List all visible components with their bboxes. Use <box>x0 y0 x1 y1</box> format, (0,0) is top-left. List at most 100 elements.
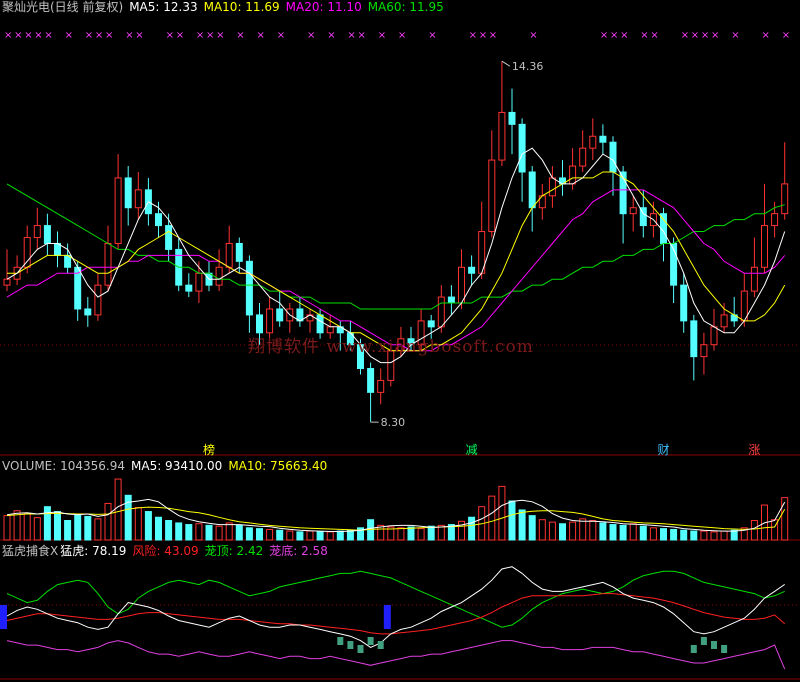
volume-bar <box>54 511 61 541</box>
volume-bar <box>134 507 142 541</box>
bottom-line <box>6 640 786 670</box>
candle <box>690 320 698 358</box>
volume-bar <box>336 530 344 541</box>
indicator-lines <box>0 566 786 670</box>
candle <box>104 242 112 286</box>
candle <box>629 207 637 215</box>
buy-signal-block <box>0 605 7 629</box>
ma20-line <box>6 189 786 352</box>
signal-marker: × <box>216 30 224 41</box>
candle <box>23 237 31 268</box>
ma-lines <box>6 147 786 364</box>
candle <box>33 225 41 239</box>
tag-zhang: 涨 <box>748 442 760 457</box>
candle <box>276 308 284 322</box>
candle <box>124 177 132 209</box>
signal-marker: × <box>347 30 355 41</box>
volume-bar <box>710 531 718 541</box>
volume-bar <box>508 500 516 541</box>
volume-bar <box>538 519 546 541</box>
volume-bar <box>23 512 31 541</box>
volume-bar <box>559 523 566 541</box>
candle <box>43 225 51 244</box>
volume-bar <box>579 518 587 541</box>
signal-marker: × <box>4 30 12 41</box>
candle <box>235 242 243 262</box>
volume-bar <box>256 528 263 541</box>
candle <box>437 296 445 328</box>
candle <box>447 296 455 304</box>
candle <box>710 326 718 346</box>
signal-marker: × <box>196 30 204 41</box>
volume-bar <box>225 522 233 541</box>
volume-bar <box>660 528 667 541</box>
volume-bar <box>569 521 577 541</box>
volume-bar <box>781 497 789 541</box>
signal-marker: × <box>378 30 386 41</box>
ma10-line <box>7 171 786 352</box>
signal-marker: × <box>95 30 103 41</box>
volume-bar <box>417 528 425 541</box>
volume-bar <box>205 524 213 541</box>
volume-bar <box>649 527 657 541</box>
signal-marker: × <box>14 30 22 41</box>
signal-marker: × <box>479 30 487 41</box>
signal-marker: × <box>691 30 699 41</box>
candle <box>225 242 233 268</box>
high-pointer <box>501 60 511 67</box>
candle <box>185 284 193 292</box>
candle <box>720 314 728 328</box>
signal-marker: × <box>176 30 184 41</box>
candle <box>771 213 779 227</box>
signal-marker: × <box>135 30 143 41</box>
volume-bar <box>235 524 243 541</box>
signal-marker: × <box>257 30 265 41</box>
accumulation-block <box>347 641 354 649</box>
candle <box>680 284 688 322</box>
volume-bar <box>94 518 102 541</box>
signal-marker: × <box>105 30 113 41</box>
signal-marker: × <box>529 30 537 41</box>
candle <box>266 308 274 334</box>
volume-bar <box>296 531 304 541</box>
volume-bar <box>195 523 203 541</box>
low-price-label: 8.30 <box>381 416 406 429</box>
candle <box>427 320 435 328</box>
tag-jian: 减 <box>466 443 478 457</box>
candle <box>761 225 768 268</box>
signal-marker: × <box>206 30 214 41</box>
signal-marker: × <box>489 30 497 41</box>
volume-bar <box>619 524 627 541</box>
candle <box>528 171 536 209</box>
signal-marker: × <box>125 30 133 41</box>
volume-bar <box>74 514 82 541</box>
risk-line <box>6 593 786 635</box>
volume-bar <box>175 522 183 541</box>
signal-marker: × <box>469 30 477 41</box>
volume-bar <box>114 478 122 541</box>
signal-marker: × <box>44 30 52 41</box>
signal-markers: × × × × × × × × × × × × × × × × × × × × × × × × × × × × × × × × × × × × × × × ×… <box>4 30 790 41</box>
candle <box>468 266 476 274</box>
signal-marker: × <box>398 30 406 41</box>
signal-marker: × <box>610 30 618 41</box>
volume-bar <box>346 529 354 541</box>
accumulation-block <box>357 645 364 653</box>
candle <box>508 111 516 125</box>
accumulation-block <box>367 637 374 645</box>
candle <box>609 141 617 173</box>
volume-bar <box>43 506 51 541</box>
candle <box>781 183 789 215</box>
candle <box>377 379 385 393</box>
volume-bar <box>397 527 405 541</box>
volume-bar <box>599 522 607 541</box>
signal-marker: × <box>307 30 315 41</box>
signal-marker: × <box>620 30 628 41</box>
signal-marker: × <box>166 30 174 41</box>
candle <box>155 213 162 227</box>
accumulation-block <box>700 637 707 645</box>
volume-bar <box>407 526 415 541</box>
volume-bar <box>155 516 162 541</box>
signal-marker: × <box>640 30 648 41</box>
volume-bar <box>629 523 637 541</box>
